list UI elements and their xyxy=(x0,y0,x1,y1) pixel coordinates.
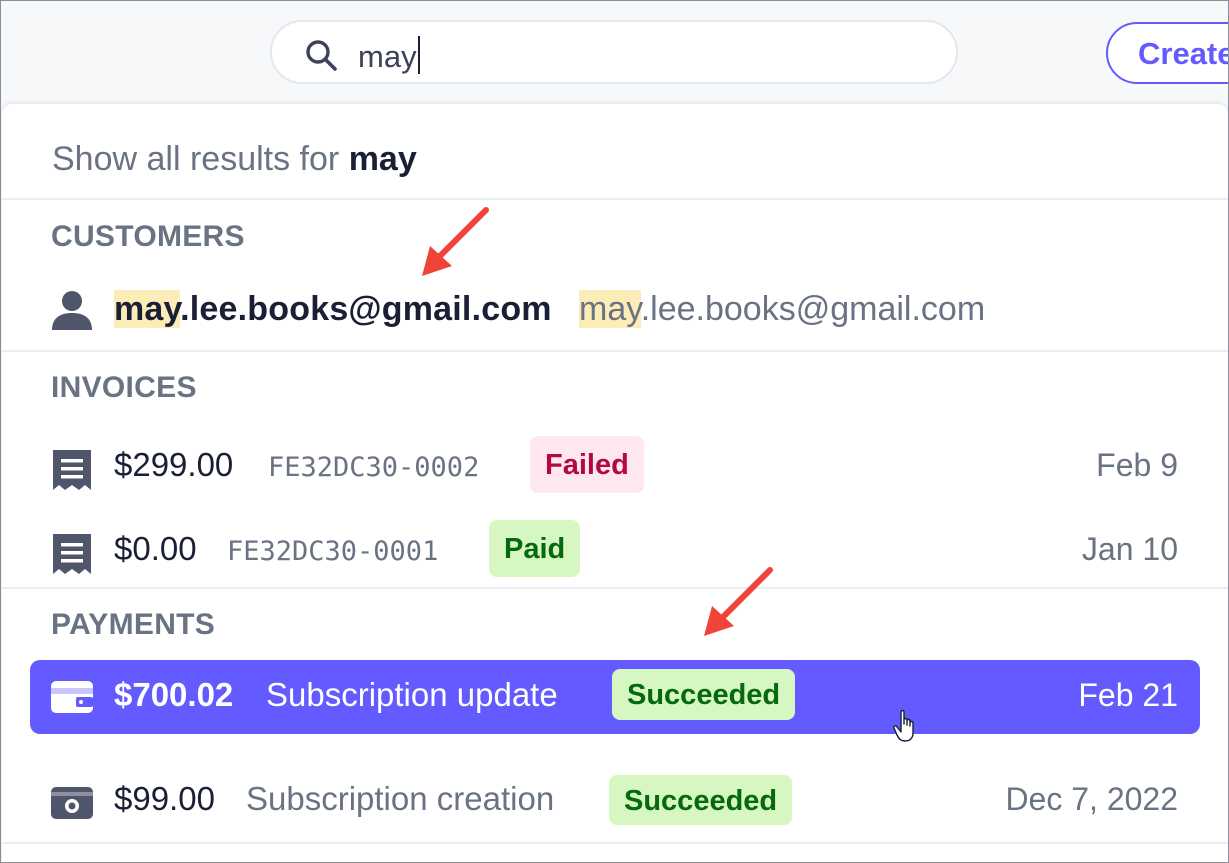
status-badge: Paid xyxy=(489,520,581,577)
receipt-icon xyxy=(53,450,91,490)
section-title-invoices: INVOICES xyxy=(51,371,197,404)
customer-result-row[interactable]: may.lee.books@gmail.com may.lee.books@gm… xyxy=(2,274,1228,348)
search-icon xyxy=(306,40,337,71)
show-all-query: may xyxy=(348,140,417,178)
invoice-date: Feb 9 xyxy=(1096,447,1178,483)
invoice-result-row[interactable]: $0.00 FE32DC30-0001 Paid Jan 10 xyxy=(2,514,1228,588)
search-results-dropdown: Show all results for may CUSTOMERS may.l… xyxy=(2,104,1228,863)
match-highlight: may xyxy=(579,290,641,328)
wallet-icon xyxy=(51,787,93,819)
wallet-icon xyxy=(51,681,93,713)
divider xyxy=(2,842,1228,844)
match-highlight: may xyxy=(114,290,181,328)
section-title-customers: CUSTOMERS xyxy=(51,220,245,253)
payment-amount: $99.00 xyxy=(114,780,215,817)
payment-description: Subscription creation xyxy=(246,780,555,817)
section-title-payments: PAYMENTS xyxy=(51,608,216,641)
create-button[interactable]: Create xyxy=(1106,22,1229,84)
divider xyxy=(2,350,1228,352)
payment-result-row-selected[interactable]: $700.02 Subscription update Succeeded Fe… xyxy=(30,660,1200,734)
payment-description: Subscription update xyxy=(266,676,558,713)
top-bar: may Create xyxy=(0,0,1229,104)
search-input[interactable]: may xyxy=(270,20,958,84)
payment-date: Dec 7, 2022 xyxy=(1005,781,1178,817)
status-badge: Failed xyxy=(530,436,644,493)
show-all-results-link[interactable]: Show all results for may xyxy=(52,140,417,179)
customer-email: may.lee.books@gmail.com xyxy=(579,290,986,328)
payment-date: Feb 21 xyxy=(1078,677,1178,713)
text-caret xyxy=(417,36,420,74)
payment-result-row[interactable]: $99.00 Subscription creation Succeeded D… xyxy=(2,764,1228,838)
divider xyxy=(2,198,1228,200)
customer-name: may.lee.books@gmail.com xyxy=(114,290,552,328)
invoice-result-row[interactable]: $299.00 FE32DC30-0002 Failed Feb 9 xyxy=(2,430,1228,504)
status-badge: Succeeded xyxy=(612,669,796,720)
search-value: may xyxy=(358,36,420,75)
invoice-amount: $299.00 xyxy=(114,446,234,483)
person-icon xyxy=(52,291,92,330)
receipt-icon xyxy=(53,534,91,574)
invoice-number: FE32DC30-0002 xyxy=(268,452,480,483)
payment-amount: $700.02 xyxy=(114,676,234,713)
status-badge: Succeeded xyxy=(609,775,793,825)
divider xyxy=(2,587,1228,589)
hand-cursor-icon xyxy=(893,709,914,742)
invoice-number: FE32DC30-0001 xyxy=(227,536,439,567)
invoice-date: Jan 10 xyxy=(1081,531,1178,567)
invoice-amount: $0.00 xyxy=(114,530,197,567)
